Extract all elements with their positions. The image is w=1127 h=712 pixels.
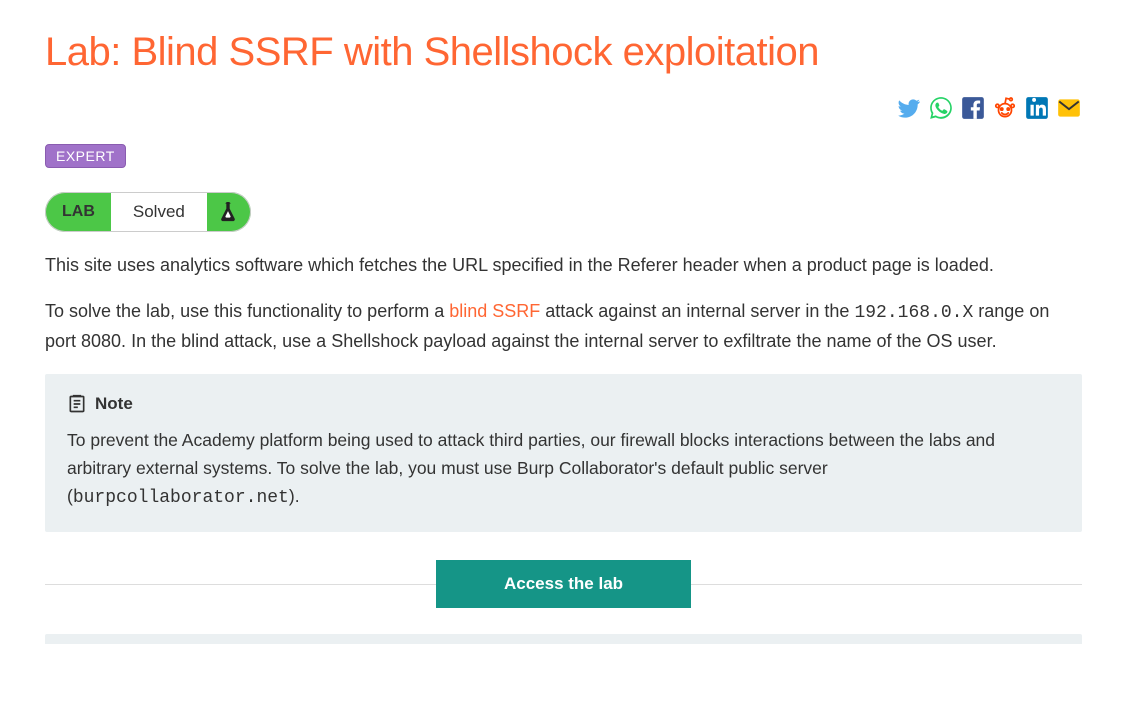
access-lab-button[interactable]: Access the lab [436, 560, 691, 608]
divider-left [45, 584, 436, 585]
ip-range-code: 192.168.0.X [854, 303, 973, 323]
reddit-icon[interactable] [992, 95, 1018, 126]
lab-status-pill: LAB Solved [45, 192, 251, 232]
note-heading-text: Note [95, 394, 133, 414]
description-paragraph-1: This site uses analytics software which … [45, 252, 1082, 280]
p2-text-pre: To solve the lab, use this functionality… [45, 301, 449, 321]
lab-state: Solved [111, 192, 207, 232]
flask-icon [207, 192, 251, 232]
note-heading: Note [67, 394, 1060, 414]
next-section-preview [45, 634, 1082, 644]
lab-label: LAB [45, 192, 111, 232]
note-body: To prevent the Academy platform being us… [67, 426, 1060, 513]
description-paragraph-2: To solve the lab, use this functionality… [45, 298, 1082, 356]
access-row: Access the lab [45, 560, 1082, 608]
whatsapp-icon[interactable] [928, 95, 954, 126]
note-body-post: ). [289, 486, 300, 506]
page-title: Lab: Blind SSRF with Shellshock exploita… [45, 30, 1082, 75]
linkedin-icon[interactable] [1024, 95, 1050, 126]
divider-right [691, 584, 1082, 585]
email-icon[interactable] [1056, 95, 1082, 126]
difficulty-badge: EXPERT [45, 144, 126, 168]
blind-ssrf-link[interactable]: blind SSRF [449, 301, 540, 321]
facebook-icon[interactable] [960, 95, 986, 126]
p2-text-mid: attack against an internal server in the [540, 301, 854, 321]
twitter-icon[interactable] [896, 95, 922, 126]
share-row [45, 95, 1082, 126]
note-box: Note To prevent the Academy platform bei… [45, 374, 1082, 533]
collaborator-domain-code: burpcollaborator.net [73, 488, 289, 508]
note-icon [67, 394, 87, 414]
